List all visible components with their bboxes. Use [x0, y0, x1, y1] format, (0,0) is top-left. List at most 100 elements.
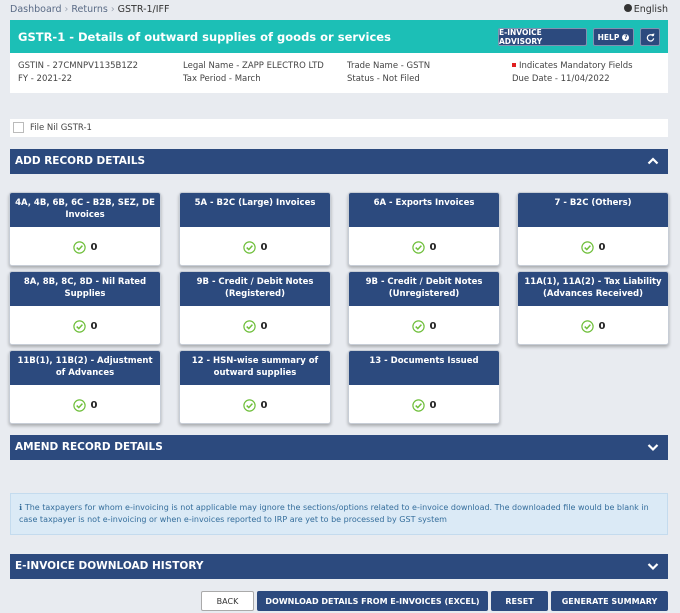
check-circle-icon: [72, 398, 86, 412]
record-tile[interactable]: 8A, 8B, 8C, 8D - Nil Rated Supplies 0: [9, 271, 161, 345]
reset-button[interactable]: RESET: [491, 591, 548, 611]
breadcrumb-dashboard[interactable]: Dashboard: [10, 4, 62, 15]
record-tile-status: 0: [10, 227, 160, 265]
refresh-button[interactable]: [640, 28, 660, 46]
record-tile-title: 9B - Credit / Debit Notes (Registered): [180, 272, 330, 306]
mandatory-marker-icon: [512, 63, 516, 67]
check-circle-icon: [411, 398, 425, 412]
fy-value: FY - 2021-22: [18, 74, 73, 84]
language-selector[interactable]: English: [623, 4, 668, 15]
tax-period-value: Tax Period - March: [183, 74, 261, 84]
record-tile[interactable]: 9B - Credit / Debit Notes (Registered) 0: [179, 271, 331, 345]
check-circle-icon: [580, 319, 594, 333]
record-tile-status: 0: [180, 306, 330, 344]
record-tile-status: 0: [518, 306, 668, 344]
mandatory-note: Indicates Mandatory Fields: [512, 60, 633, 73]
amend-record-details-header[interactable]: AMEND RECORD DETAILS: [10, 435, 668, 460]
page-title: GSTR-1 - Details of outward supplies of …: [18, 30, 391, 44]
record-tile-title: 5A - B2C (Large) Invoices: [180, 193, 330, 227]
refresh-icon: [646, 33, 654, 42]
check-circle-icon: [72, 240, 86, 254]
language-label: English: [633, 4, 668, 15]
file-nil-checkbox[interactable]: [13, 122, 24, 133]
einvoice-info-text: The taxpayers for whom e-invoicing is no…: [19, 503, 649, 524]
record-tile-title: 9B - Credit / Debit Notes (Unregistered): [349, 272, 499, 306]
status-value: Status - Not Filed: [347, 74, 420, 84]
breadcrumb-current: GSTR-1/IFF: [117, 4, 170, 15]
chevron-down-icon[interactable]: [646, 559, 660, 573]
breadcrumb-separator: ›: [64, 4, 69, 15]
record-tile[interactable]: 11A(1), 11A(2) - Tax Liability (Advances…: [517, 271, 669, 345]
record-tile-status: 0: [180, 385, 330, 423]
record-tile-title: 4A, 4B, 6B, 6C - B2B, SEZ, DE Invoices: [10, 193, 160, 227]
record-tile[interactable]: 7 - B2C (Others) 0: [517, 192, 669, 266]
record-tile-count: 0: [429, 241, 437, 253]
check-circle-icon: [72, 319, 86, 333]
einvoice-download-history-header[interactable]: E-INVOICE DOWNLOAD HISTORY: [10, 554, 668, 579]
amend-record-details-label: AMEND RECORD DETAILS: [15, 441, 163, 453]
back-button[interactable]: BACK: [201, 591, 254, 611]
record-tile[interactable]: 12 - HSN-wise summary of outward supplie…: [179, 350, 331, 424]
gstin-value: GSTIN - 27CMNPV1135B1Z2: [18, 61, 138, 71]
add-record-details-label: ADD RECORD DETAILS: [15, 155, 146, 167]
record-tile-status: 0: [518, 227, 668, 265]
record-tile-count: 0: [429, 399, 437, 411]
record-tile-count: 0: [90, 320, 98, 332]
record-tile-title: 11A(1), 11A(2) - Tax Liability (Advances…: [518, 272, 668, 306]
record-tile-count: 0: [260, 241, 268, 253]
mandatory-label: Indicates Mandatory Fields: [519, 61, 633, 71]
einvoice-info-note: ℹ The taxpayers for whom e-invoicing is …: [10, 493, 668, 535]
record-tile-count: 0: [90, 241, 98, 253]
return-info-panel: GSTIN - 27CMNPV1135B1Z2 FY - 2021-22 Leg…: [10, 53, 668, 93]
record-tile[interactable]: 13 - Documents Issued 0: [348, 350, 500, 424]
question-icon: ?: [622, 33, 630, 41]
einvoice-advisory-button[interactable]: E-INVOICE ADVISORY: [498, 28, 587, 46]
record-tile[interactable]: 5A - B2C (Large) Invoices 0: [179, 192, 331, 266]
chevron-up-icon[interactable]: [646, 154, 660, 168]
check-circle-icon: [580, 240, 594, 254]
breadcrumb-returns[interactable]: Returns: [71, 4, 107, 15]
record-tile-title: 6A - Exports Invoices: [349, 193, 499, 227]
generate-summary-button[interactable]: GENERATE SUMMARY: [551, 591, 668, 611]
file-nil-label: File Nil GSTR-1: [30, 123, 92, 133]
record-tile-status: 0: [349, 227, 499, 265]
check-circle-icon: [242, 240, 256, 254]
record-tile-count: 0: [598, 241, 606, 253]
check-circle-icon: [242, 319, 256, 333]
record-tile-title: 13 - Documents Issued: [349, 351, 499, 385]
einvoice-download-history-label: E-INVOICE DOWNLOAD HISTORY: [15, 560, 204, 572]
record-tile[interactable]: 4A, 4B, 6B, 6C - B2B, SEZ, DE Invoices 0: [9, 192, 161, 266]
record-tile-status: 0: [10, 385, 160, 423]
record-tile-count: 0: [598, 320, 606, 332]
record-tile-count: 0: [90, 399, 98, 411]
breadcrumb: Dashboard › Returns › GSTR-1/IFF: [10, 4, 169, 15]
check-circle-icon: [411, 240, 425, 254]
record-tile[interactable]: 9B - Credit / Debit Notes (Unregistered)…: [348, 271, 500, 345]
download-einvoices-excel-button[interactable]: DOWNLOAD DETAILS FROM E-INVOICES (EXCEL): [257, 591, 488, 611]
record-tile-title: 11B(1), 11B(2) - Adjustment of Advances: [10, 351, 160, 385]
record-tile[interactable]: 6A - Exports Invoices 0: [348, 192, 500, 266]
record-tile-status: 0: [349, 306, 499, 344]
trade-name-value: Trade Name - GSTN: [347, 61, 431, 71]
globe-icon: [623, 4, 632, 12]
record-tile-status: 0: [180, 227, 330, 265]
help-label: HELP: [597, 32, 620, 42]
record-tile-status: 0: [349, 385, 499, 423]
record-tile-status: 0: [10, 306, 160, 344]
breadcrumb-separator: ›: [110, 4, 115, 15]
record-tile-count: 0: [260, 320, 268, 332]
chevron-down-icon[interactable]: [646, 440, 660, 454]
help-button[interactable]: HELP ?: [593, 28, 634, 46]
page-title-bar: GSTR-1 - Details of outward supplies of …: [10, 20, 668, 53]
legal-name-value: Legal Name - ZAPP ELECTRO LTD: [183, 61, 324, 71]
record-tile-count: 0: [260, 399, 268, 411]
file-nil-row: File Nil GSTR-1: [10, 119, 668, 137]
record-tile-count: 0: [429, 320, 437, 332]
record-tile[interactable]: 11B(1), 11B(2) - Adjustment of Advances 0: [9, 350, 161, 424]
check-circle-icon: [242, 398, 256, 412]
record-tile-title: 8A, 8B, 8C, 8D - Nil Rated Supplies: [10, 272, 160, 306]
due-date-value: Due Date - 11/04/2022: [512, 74, 610, 84]
add-record-details-header[interactable]: ADD RECORD DETAILS: [10, 149, 668, 174]
record-tile-title: 7 - B2C (Others): [518, 193, 668, 227]
record-tile-title: 12 - HSN-wise summary of outward supplie…: [180, 351, 330, 385]
